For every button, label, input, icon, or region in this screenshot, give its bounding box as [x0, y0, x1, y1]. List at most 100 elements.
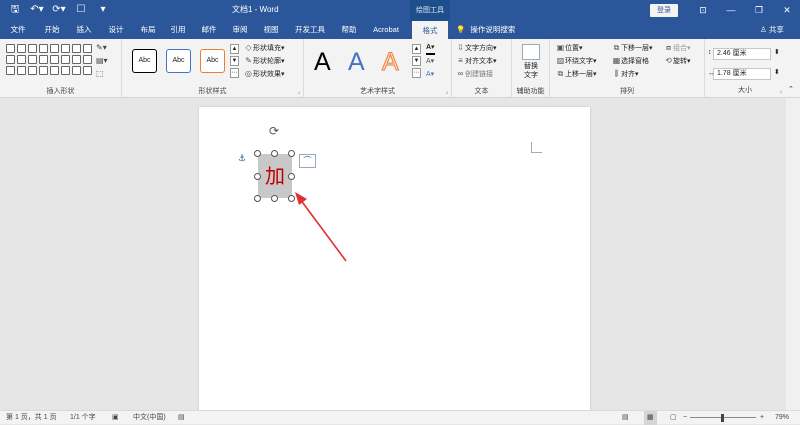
touch-mode-icon[interactable]: ☐: [74, 3, 88, 17]
position-button[interactable]: ▣位置▾: [556, 43, 583, 54]
tab-review[interactable]: 审阅: [226, 21, 254, 39]
shape-style-preset[interactable]: Abc: [132, 49, 157, 73]
shape-icon[interactable]: [83, 44, 92, 53]
zoom-slider-thumb[interactable]: [720, 414, 724, 422]
group-objects-button[interactable]: ⧈ 组合▾: [664, 43, 691, 54]
shape-icon[interactable]: [6, 55, 15, 64]
shape-icon[interactable]: [61, 66, 70, 75]
text-fill-icon[interactable]: A▾: [426, 43, 435, 55]
minimize-icon[interactable]: —: [724, 3, 738, 17]
tab-file[interactable]: 文件: [4, 21, 32, 39]
more-icon[interactable]: ⋯: [412, 68, 421, 78]
collapse-ribbon-icon[interactable]: ⌃: [788, 85, 794, 95]
language-indicator[interactable]: 中文(中国): [133, 411, 166, 425]
shape-effects-button[interactable]: ◎形状效果▾: [244, 69, 285, 80]
zoom-in-icon[interactable]: +: [760, 411, 764, 425]
shape-icon[interactable]: [39, 44, 48, 53]
wordart-preset[interactable]: A: [314, 47, 331, 77]
merge-shapes-icon[interactable]: ⬚: [96, 69, 108, 79]
customize-qat-icon[interactable]: ▾: [96, 3, 110, 17]
shape-icon[interactable]: [72, 44, 81, 53]
scroll-down-icon[interactable]: ▼: [230, 56, 239, 66]
web-layout-icon[interactable]: ▢: [670, 411, 677, 425]
tab-insert[interactable]: 插入: [70, 21, 98, 39]
shape-height-field[interactable]: 2.46 厘米: [713, 48, 771, 60]
text-box-icon[interactable]: ▤▾: [96, 56, 108, 66]
wordart-preset[interactable]: A: [348, 47, 365, 77]
shape-icon[interactable]: [61, 44, 70, 53]
resize-handle[interactable]: [254, 173, 261, 180]
selection-pane-button[interactable]: ▦选择窗格: [612, 56, 649, 67]
align-text-button[interactable]: ≡ 对齐文本▾: [456, 56, 496, 67]
shape-icon[interactable]: [83, 55, 92, 64]
text-effects-icon[interactable]: A▾: [426, 70, 434, 80]
scroll-up-icon[interactable]: ▲: [230, 44, 239, 54]
tab-references[interactable]: 引用: [164, 21, 192, 39]
shape-text[interactable]: 加: [258, 154, 292, 198]
shape-icon[interactable]: [61, 55, 70, 64]
resize-handle[interactable]: [271, 195, 278, 202]
resize-handle[interactable]: [288, 173, 295, 180]
tab-format[interactable]: 格式: [412, 21, 448, 39]
tab-layout[interactable]: 布局: [134, 21, 162, 39]
tab-developer[interactable]: 开发工具: [290, 21, 330, 39]
shape-style-preset[interactable]: Abc: [200, 49, 225, 73]
redo-icon[interactable]: ⟳▾: [52, 3, 66, 17]
shape-icon[interactable]: [83, 66, 92, 75]
word-count[interactable]: 1/1 个字: [70, 411, 96, 425]
tab-acrobat[interactable]: Acrobat: [368, 21, 404, 39]
resize-handle[interactable]: [288, 150, 295, 157]
tab-home[interactable]: 开始: [38, 21, 66, 39]
zoom-out-icon[interactable]: −: [683, 411, 687, 425]
shape-icon[interactable]: [28, 66, 37, 75]
layout-options-icon[interactable]: ⌒: [299, 154, 316, 168]
login-button[interactable]: 登录: [650, 4, 678, 17]
read-mode-icon[interactable]: ▤: [622, 411, 629, 425]
tab-mailings[interactable]: 邮件: [195, 21, 223, 39]
tell-me-search[interactable]: 💡 操作说明搜索: [456, 21, 515, 39]
rotation-handle-icon[interactable]: ⟳: [269, 124, 279, 138]
create-link-button[interactable]: ∞ 创建链接: [456, 69, 493, 80]
proofing-icon[interactable]: ▣: [112, 411, 119, 425]
dialog-launcher-icon[interactable]: ⌟: [445, 88, 448, 95]
shape-fill-button[interactable]: ◇形状填充▾: [244, 43, 284, 54]
shape-outline-button[interactable]: ✎形状轮廓▾: [244, 56, 284, 67]
edit-shape-icon[interactable]: ✎▾: [96, 43, 108, 53]
shape-icon[interactable]: [28, 44, 37, 53]
tab-design[interactable]: 设计: [102, 21, 130, 39]
more-icon[interactable]: ⋯: [230, 68, 239, 78]
alt-text-button[interactable]: 替换 文字: [517, 44, 545, 80]
close-icon[interactable]: ✕: [780, 3, 794, 17]
shape-width-field[interactable]: 1.78 厘米: [713, 68, 771, 80]
send-backward-button[interactable]: ⧉ 下移一层▾: [612, 43, 653, 54]
align-button[interactable]: ⫼ 对齐▾: [612, 69, 639, 80]
shape-style-preset[interactable]: Abc: [166, 49, 191, 73]
rotate-button[interactable]: ⟲旋转▾: [664, 56, 690, 67]
tab-view[interactable]: 视图: [257, 21, 285, 39]
print-layout-icon[interactable]: ▦: [644, 411, 657, 425]
shape-icon[interactable]: [6, 44, 15, 53]
share-button[interactable]: ♙ 共享: [760, 21, 784, 39]
save-icon[interactable]: 🖫: [8, 3, 22, 17]
shape-icon[interactable]: [17, 44, 26, 53]
shape-icon[interactable]: [72, 66, 81, 75]
text-outline-icon[interactable]: A▾: [426, 57, 434, 67]
ribbon-display-options-icon[interactable]: ⊡: [696, 3, 710, 17]
shape-icon[interactable]: [6, 66, 15, 75]
shape-icon[interactable]: [50, 44, 59, 53]
shape-icon[interactable]: [17, 55, 26, 64]
zoom-level[interactable]: 79%: [775, 411, 789, 425]
resize-handle[interactable]: [254, 150, 261, 157]
shape-icon[interactable]: [72, 55, 81, 64]
shape-icon[interactable]: [39, 55, 48, 64]
shape-icon[interactable]: [28, 55, 37, 64]
wordart-preset[interactable]: A: [382, 47, 400, 77]
resize-handle[interactable]: [254, 195, 261, 202]
shape-icon[interactable]: [50, 66, 59, 75]
shape-icon[interactable]: [17, 66, 26, 75]
undo-icon[interactable]: ↶▾: [30, 3, 44, 17]
vertical-scrollbar[interactable]: [786, 98, 800, 410]
height-spinner-icon[interactable]: ⬍: [774, 48, 780, 58]
text-direction-button[interactable]: ⇩文字方向▾: [456, 43, 496, 54]
accessibility-icon[interactable]: ▤: [178, 411, 185, 425]
